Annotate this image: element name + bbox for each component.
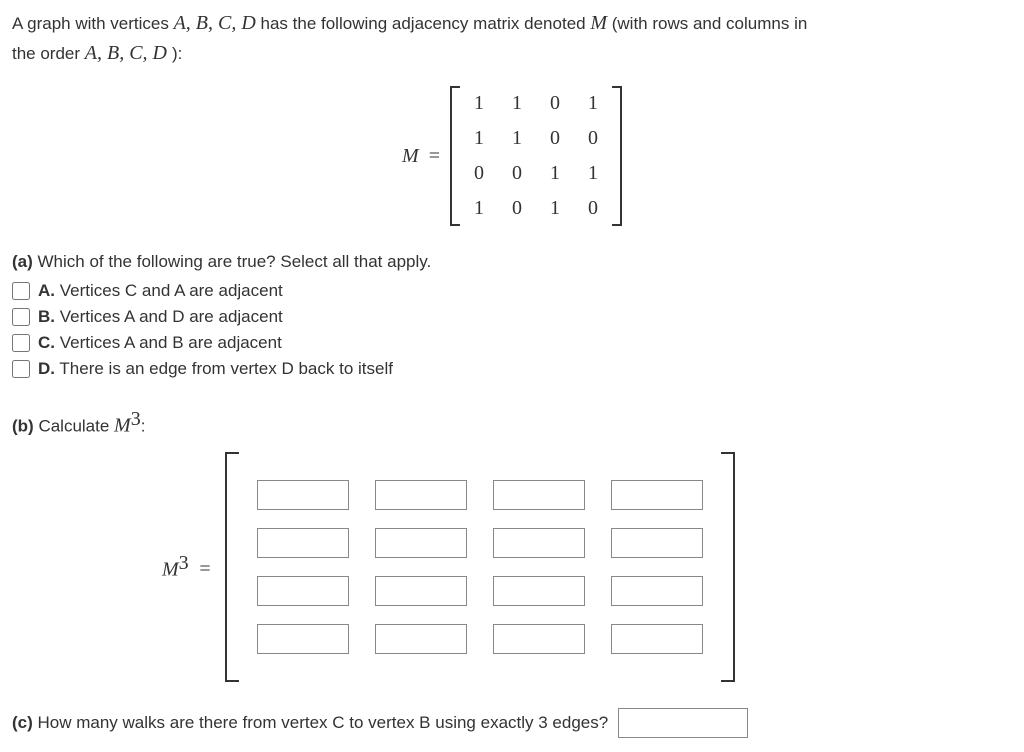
part-b-prompt: (b) Calculate M3:: [12, 408, 1012, 438]
option-label: C. Vertices A and B are adjacent: [38, 333, 282, 353]
option-row: B. Vertices A and D are adjacent: [12, 304, 1012, 330]
m-cubed-cell-input[interactable]: [493, 480, 585, 510]
left-bracket-icon: [450, 86, 460, 226]
matrix-cell: 0: [550, 127, 560, 150]
matrix-cell: 1: [550, 197, 560, 220]
matrix-cell: 1: [474, 127, 484, 150]
intro-line2-pre: the order: [12, 44, 85, 63]
matrix-equals: =: [429, 145, 440, 168]
matrix-display: M = 1 1 0 1 1 1 0 0 0 0 1 1 1 0 1 0: [12, 86, 1012, 226]
m-cubed-cell-input[interactable]: [375, 576, 467, 606]
matrix-cell: 1: [474, 197, 484, 220]
m-cubed-input-grid: [253, 470, 707, 664]
big-left-bracket-icon: [225, 452, 239, 682]
m-cubed-cell-input[interactable]: [611, 624, 703, 654]
m-cubed-cell-input[interactable]: [493, 624, 585, 654]
intro-line1-pre: A graph with vertices: [12, 14, 174, 33]
m-cubed-cell-input[interactable]: [375, 480, 467, 510]
part-c-row: (c) How many walks are there from vertex…: [12, 708, 1012, 738]
m-cubed-cell-input[interactable]: [257, 576, 349, 606]
m-cubed-cell-input[interactable]: [493, 528, 585, 558]
option-letter: B.: [38, 307, 55, 326]
option-row: C. Vertices A and B are adjacent: [12, 330, 1012, 356]
m-cubed-cell-input[interactable]: [611, 576, 703, 606]
option-row: A. Vertices C and A are adjacent: [12, 278, 1012, 304]
matrix-cell: 0: [512, 197, 522, 220]
m-cubed-cell-input[interactable]: [611, 528, 703, 558]
option-row: D. There is an edge from vertex D back t…: [12, 356, 1012, 382]
option-letter: A.: [38, 281, 55, 300]
matrix-label: M: [402, 145, 419, 168]
matrix-cell: 0: [588, 197, 598, 220]
option-label: A. Vertices C and A are adjacent: [38, 281, 283, 301]
option-letter: C.: [38, 333, 55, 352]
right-bracket-icon: [612, 86, 622, 226]
m-cubed-equals: =: [199, 558, 210, 580]
big-right-bracket-icon: [721, 452, 735, 682]
option-label: D. There is an edge from vertex D back t…: [38, 359, 393, 379]
m-cubed-lhs: M3 =: [162, 552, 211, 582]
intro-line2-post: ):: [172, 44, 182, 63]
intro-line1-mid: has the following adjacency matrix denot…: [256, 14, 591, 33]
matrix-cell: 0: [588, 127, 598, 150]
part-b-exp: 3: [131, 408, 141, 430]
intro-vars1: A, B, C, D: [174, 12, 256, 34]
option-text: There is an edge from vertex D back to i…: [55, 359, 393, 378]
intro-vars2: A, B, C, D: [85, 42, 172, 64]
matrix-cell: 1: [550, 162, 560, 185]
m-cubed-cell-input[interactable]: [257, 480, 349, 510]
part-a-options: A. Vertices C and A are adjacentB. Verti…: [12, 278, 1012, 382]
m-cubed-exp: 3: [179, 552, 189, 574]
part-b-colon: :: [141, 417, 146, 436]
part-a-prompt: (a) Which of the following are true? Sel…: [12, 252, 1012, 272]
matrix-cell: 1: [588, 162, 598, 185]
part-a-text: Which of the following are true? Select …: [33, 252, 431, 271]
matrix-cells: 1 1 0 1 1 1 0 0 0 0 1 1 1 0 1 0: [470, 86, 602, 226]
option-label: B. Vertices A and D are adjacent: [38, 307, 283, 327]
option-checkbox-b[interactable]: [12, 308, 30, 326]
part-c-label: (c): [12, 713, 33, 732]
m-cubed-cell-input[interactable]: [611, 480, 703, 510]
option-checkbox-a[interactable]: [12, 282, 30, 300]
part-a-label: (a): [12, 252, 33, 271]
intro-M: M: [590, 12, 607, 34]
intro-line1-post: (with rows and columns in: [607, 14, 807, 33]
matrix-cell: 0: [550, 92, 560, 115]
option-letter: D.: [38, 359, 55, 378]
matrix-cell: 1: [588, 92, 598, 115]
m-cubed-cell-input[interactable]: [493, 576, 585, 606]
option-text: Vertices A and D are adjacent: [55, 307, 283, 326]
part-c-prompt: (c) How many walks are there from vertex…: [12, 713, 608, 733]
option-text: Vertices A and B are adjacent: [55, 333, 282, 352]
m-cubed-cell-input[interactable]: [257, 528, 349, 558]
m-cubed-cell-input[interactable]: [375, 528, 467, 558]
m-cubed-block: M3 =: [162, 452, 1012, 682]
matrix-cell: 1: [512, 92, 522, 115]
part-b-expr: M: [114, 415, 131, 437]
matrix-cell: 0: [474, 162, 484, 185]
matrix-cell: 1: [512, 127, 522, 150]
option-checkbox-d[interactable]: [12, 360, 30, 378]
option-text: Vertices C and A are adjacent: [55, 281, 283, 300]
matrix-cell: 1: [474, 92, 484, 115]
part-c-answer-input[interactable]: [618, 708, 748, 738]
m-cubed-cell-input[interactable]: [375, 624, 467, 654]
part-c-text: How many walks are there from vertex C t…: [33, 713, 608, 732]
m-cubed-M: M: [162, 558, 179, 580]
part-b-label: (b): [12, 417, 34, 436]
option-checkbox-c[interactable]: [12, 334, 30, 352]
matrix-cell: 0: [512, 162, 522, 185]
part-b-text: Calculate: [34, 417, 114, 436]
m-cubed-cell-input[interactable]: [257, 624, 349, 654]
intro-text: A graph with vertices A, B, C, D has the…: [12, 8, 1012, 68]
